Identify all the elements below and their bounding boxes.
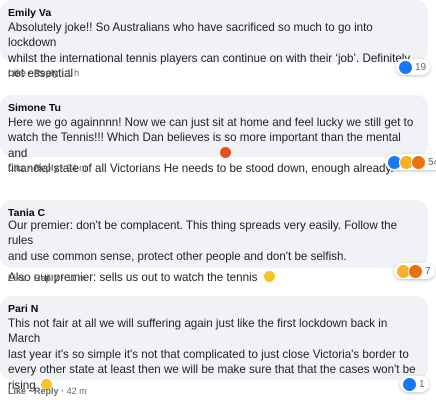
- angry-reaction-icon: [408, 263, 423, 279]
- comment-line: last year it's so simple it's not that c…: [8, 347, 409, 361]
- reaction-summary[interactable]: 19: [396, 59, 431, 75]
- like-link[interactable]: Like: [8, 273, 26, 283]
- comment-line: Our premier: don't be complacent. This t…: [8, 219, 398, 248]
- separator: ·: [61, 163, 65, 173]
- reaction-count: 54: [428, 156, 436, 168]
- like-reaction-icon: [402, 376, 417, 392]
- angry-face-emoji-icon: [220, 147, 231, 158]
- comment-actions: Like · Reply · 1 h: [8, 68, 79, 78]
- smiling-face-emoji-icon: [263, 271, 275, 283]
- comment-line: Here we go againnnn! Now we can just sit…: [8, 116, 414, 129]
- comment-text: This not fair at all we will suffering a…: [8, 316, 420, 393]
- comment-bubble: Emily Va Absolutely joke!! So Australian…: [0, 0, 431, 80]
- comment-bubble: Simone Tu Here we go againnnn! Now we ca…: [0, 95, 436, 175]
- comment-timestamp[interactable]: 42 m: [67, 386, 87, 396]
- reply-link[interactable]: Reply: [34, 163, 59, 173]
- comment-bubble: Tania C Our premier: don't be complacent…: [0, 200, 435, 284]
- reaction-summary[interactable]: 54: [385, 154, 436, 170]
- comment-author[interactable]: Emily Va: [8, 7, 51, 19]
- separator: ·: [28, 163, 32, 173]
- reaction-count: 1: [419, 378, 425, 390]
- like-link[interactable]: Like: [8, 386, 26, 396]
- comment-timestamp[interactable]: 24 m: [67, 163, 87, 173]
- comment-line: every other state at least then we will …: [8, 363, 416, 377]
- separator: ·: [61, 273, 65, 283]
- reply-link[interactable]: Reply: [34, 68, 59, 78]
- reply-link[interactable]: Reply: [34, 386, 59, 396]
- reaction-count: 19: [415, 61, 427, 73]
- reply-link[interactable]: Reply: [34, 273, 59, 283]
- like-link[interactable]: Like: [8, 68, 26, 78]
- comment-actions: Like · Reply · 11 m: [8, 273, 86, 283]
- angry-reaction-icon: [411, 154, 426, 170]
- comment-actions: Like · Reply · 24 m: [8, 163, 87, 173]
- comment-line: watch the Tennis!!! Which Dan believes i…: [8, 131, 401, 160]
- comment-bubble: Pari N This not fair at all we will suff…: [0, 296, 429, 392]
- reaction-count: 7: [425, 265, 431, 277]
- separator: ·: [28, 273, 32, 283]
- separator: ·: [61, 386, 65, 396]
- separator: ·: [61, 68, 65, 78]
- reaction-summary[interactable]: 1: [400, 376, 429, 392]
- comment-actions: Like · Reply · 42 m: [8, 386, 87, 396]
- comment-timestamp[interactable]: 11 m: [67, 273, 86, 283]
- like-reaction-icon: [398, 59, 413, 75]
- comment-author[interactable]: Simone Tu: [8, 102, 61, 114]
- comment-line: Absolutely joke!! So Australians who hav…: [8, 21, 373, 50]
- comment-timestamp[interactable]: 1 h: [67, 68, 80, 78]
- separator: ·: [28, 386, 32, 396]
- like-link[interactable]: Like: [8, 163, 26, 173]
- separator: ·: [28, 68, 32, 78]
- comment-line: This not fair at all we will suffering a…: [8, 317, 388, 346]
- comment-line: and use common sense, protect other peop…: [8, 249, 347, 263]
- comment-line: whilst the international tennis players …: [8, 51, 411, 65]
- reaction-summary[interactable]: 7: [394, 263, 435, 279]
- comment-author[interactable]: Pari N: [8, 303, 38, 315]
